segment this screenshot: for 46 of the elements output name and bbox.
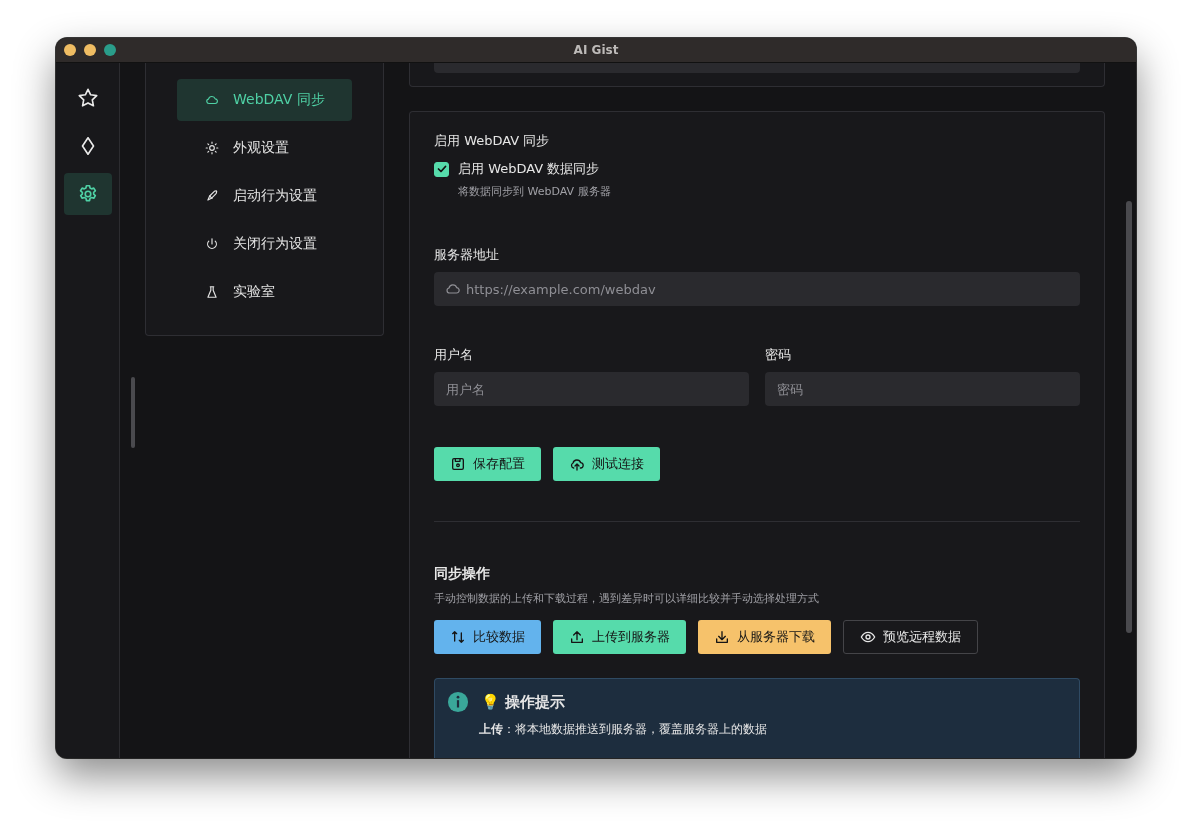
- server-url-field[interactable]: https://example.com/webdav: [434, 272, 1080, 306]
- cloud-upload-icon: [569, 456, 585, 472]
- tip-text: 上传：将本地数据推送到服务器，覆盖服务器上的数据: [479, 721, 768, 738]
- hint-text: 将数据同步到 WebDAV 服务器: [458, 184, 612, 199]
- eye-icon: [860, 629, 876, 645]
- checkbox[interactable]: [434, 161, 449, 177]
- field-label: 用户名: [434, 346, 474, 364]
- save-config-button[interactable]: 保存配置: [434, 447, 541, 481]
- star-icon: [76, 87, 99, 109]
- checkbox-label: 启用 WebDAV 数据同步: [458, 160, 600, 178]
- field-label: 密码: [765, 346, 792, 364]
- close-button[interactable]: [64, 44, 76, 56]
- tip-title: 💡 操作提示: [481, 692, 566, 712]
- zoom-button[interactable]: [104, 44, 116, 56]
- settings-button[interactable]: [63, 173, 112, 215]
- pen-icon: [205, 189, 219, 203]
- username-field[interactable]: 用户名: [434, 372, 749, 406]
- settings-nav-item[interactable]: 外观设置: [177, 127, 352, 169]
- swap-arrows-icon: [450, 629, 466, 645]
- test-connection-button[interactable]: 测试连接: [553, 447, 660, 481]
- cloud-icon: [205, 93, 219, 107]
- flask-icon: [205, 285, 219, 299]
- section-description: 手动控制数据的上传和下载过程，遇到差异时可以详细比较并手动选择处理方式: [434, 591, 820, 606]
- download-button[interactable]: 从服务器下载: [698, 620, 831, 654]
- sun-icon: [205, 141, 219, 155]
- scrollbar-thumb[interactable]: [1126, 201, 1132, 633]
- download-icon: [714, 629, 730, 645]
- minimize-button[interactable]: [84, 44, 96, 56]
- password-field[interactable]: 密码: [765, 372, 1080, 406]
- field-label: 服务器地址: [434, 246, 500, 264]
- save-icon: [450, 456, 466, 472]
- section-title: 启用 WebDAV 同步: [434, 132, 551, 150]
- scrollbar-thumb[interactable]: [131, 377, 135, 448]
- cloud-icon: [445, 281, 461, 297]
- window-title: AI Gist: [573, 43, 619, 57]
- compare-button[interactable]: 比较数据: [434, 620, 541, 654]
- upload-icon: [569, 629, 585, 645]
- settings-nav-item[interactable]: 实验室: [177, 271, 352, 313]
- settings-nav-item[interactable]: 启动行为设置: [177, 175, 352, 217]
- info-icon: [447, 691, 469, 713]
- upload-button[interactable]: 上传到服务器: [553, 620, 686, 654]
- settings-nav-item[interactable]: WebDAV 同步: [177, 79, 352, 121]
- preview-button[interactable]: 预览远程数据: [843, 620, 978, 654]
- power-icon: [205, 237, 219, 251]
- settings-nav-item[interactable]: 关闭行为设置: [177, 223, 352, 265]
- section-title: 同步操作: [434, 565, 491, 583]
